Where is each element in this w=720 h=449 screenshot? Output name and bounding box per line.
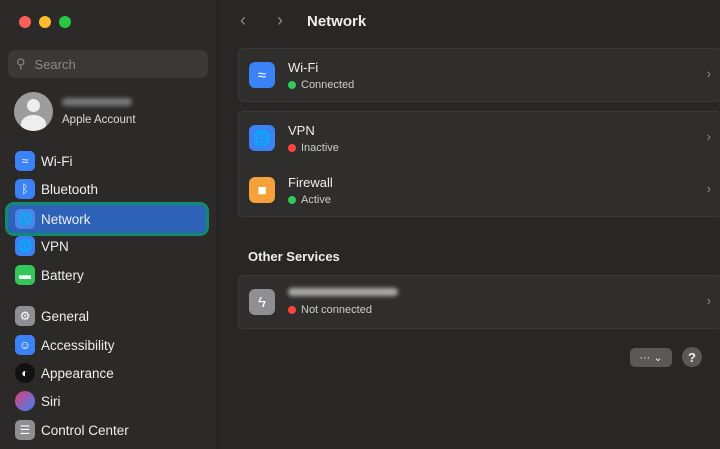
sidebar-item-control-center[interactable]: ☰ Control Center [8, 416, 206, 444]
sidebar-item-accessibility[interactable]: ☺ Accessibility [8, 331, 206, 359]
service-row-firewall[interactable]: ■ Firewall Active › [239, 164, 720, 216]
other-services-heading: Other Services [248, 249, 340, 264]
sidebar-item-bluetooth[interactable]: ᛒ Bluetooth [8, 175, 206, 203]
main-pane: ‹ › Network ≈ Wi-Fi Connected › 🌐 VPN In… [219, 0, 720, 449]
sidebar-item-network[interactable]: 🌐 Network [5, 202, 209, 236]
accessibility-icon: ☺ [15, 335, 35, 355]
firewall-icon: ■ [249, 177, 275, 203]
sidebar-item-appearance[interactable]: ◐ Appearance [8, 359, 206, 387]
globe-icon: 🌐 [15, 236, 35, 256]
search-input[interactable]: ⚲ Search [8, 50, 208, 78]
sidebar-item-wifi[interactable]: ≈ Wi-Fi [8, 147, 206, 175]
chevron-down-icon: ⌄ [653, 352, 663, 364]
wifi-icon: ≈ [15, 151, 35, 171]
search-icon: ⚲ [16, 56, 26, 71]
gear-icon: ⚙ [15, 306, 35, 326]
sidebar-item-general[interactable]: ⚙ General [8, 302, 206, 330]
vpn-firewall-card: 🌐 VPN Inactive › ■ Firewall Active › [238, 111, 720, 217]
forward-button[interactable]: › [277, 10, 283, 31]
siri-icon [15, 391, 35, 411]
sidebar-item-battery[interactable]: ▬ Battery [8, 261, 206, 289]
page-title: Network [307, 13, 367, 30]
bluetooth-icon: ᛒ [15, 179, 35, 199]
status-dot [288, 195, 296, 204]
more-actions-button[interactable]: ··· ⌄ [630, 348, 672, 367]
minimize-button[interactable] [39, 16, 51, 28]
status-dot [288, 80, 296, 89]
wifi-card: ≈ Wi-Fi Connected › [238, 48, 720, 102]
chevron-right-icon: › [706, 129, 711, 144]
help-button[interactable]: ? [682, 347, 702, 367]
service-row-vpn[interactable]: 🌐 VPN Inactive › [239, 112, 720, 164]
status-text: Not connected [301, 304, 372, 316]
close-button[interactable] [19, 16, 31, 28]
status-text: Active [301, 193, 331, 206]
service-row-other[interactable]: ϟ Not connected › [239, 276, 720, 328]
globe-icon: 🌐 [249, 125, 275, 151]
battery-icon: ▬ [15, 265, 35, 285]
chevron-right-icon: › [706, 293, 711, 308]
account-name-redacted [62, 97, 132, 106]
apple-account[interactable]: Apple Account [14, 92, 136, 131]
zoom-button[interactable] [59, 16, 71, 28]
account-subtitle: Apple Account [62, 113, 136, 126]
status-text: Connected [301, 78, 355, 91]
avatar [14, 92, 53, 131]
appearance-icon: ◐ [15, 363, 35, 383]
control-center-icon: ☰ [15, 420, 35, 440]
chevron-right-icon: › [706, 66, 711, 81]
back-button[interactable]: ‹ [240, 10, 246, 31]
status-dot [288, 306, 296, 314]
globe-icon: 🌐 [15, 209, 35, 229]
sidebar: ⚲ Search Apple Account ≈ Wi-Fi ᛒ Bluetooth… [0, 0, 218, 449]
other-services-card: ϟ Not connected › [238, 275, 720, 329]
service-row-wifi[interactable]: ≈ Wi-Fi Connected › [239, 49, 720, 101]
sidebar-item-siri[interactable]: Siri [8, 387, 206, 415]
status-dot [288, 143, 296, 152]
chevron-right-icon: › [706, 181, 711, 196]
status-text: Inactive [301, 141, 339, 154]
wifi-icon: ≈ [249, 62, 275, 88]
sidebar-item-vpn[interactable]: 🌐 VPN [8, 232, 206, 260]
thunderbolt-icon: ϟ [249, 289, 275, 315]
service-name-redacted [288, 288, 398, 296]
